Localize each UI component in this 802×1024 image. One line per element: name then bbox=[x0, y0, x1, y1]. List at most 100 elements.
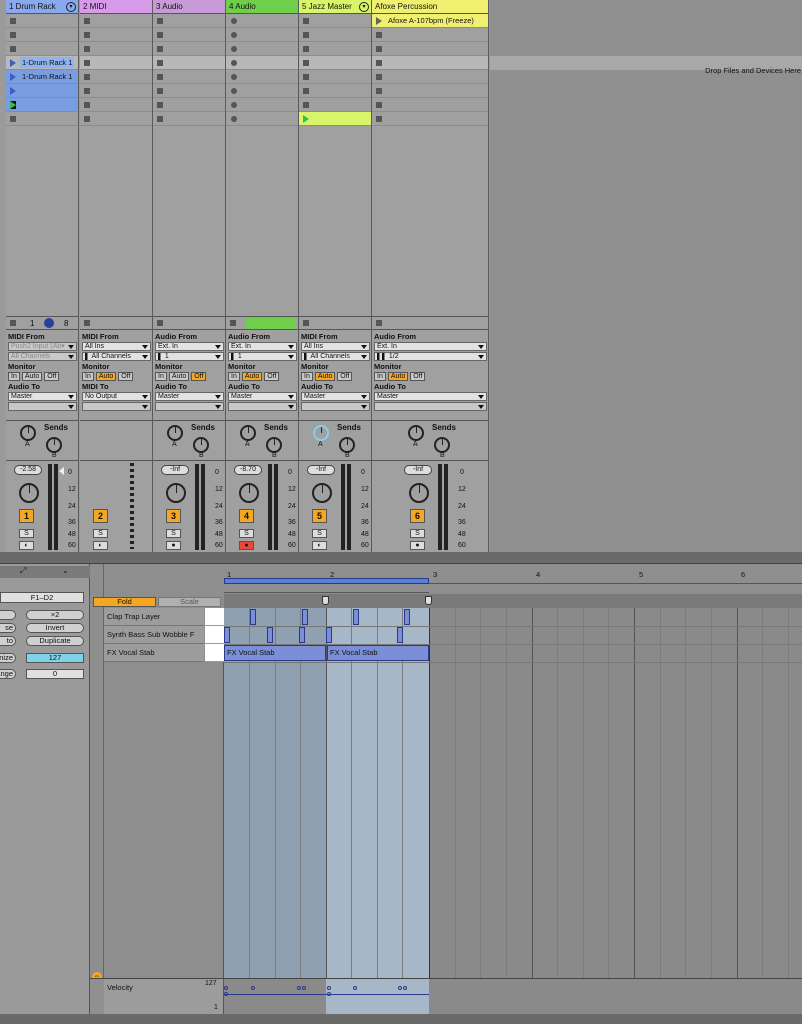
output-channel[interactable] bbox=[374, 402, 487, 411]
range-field[interactable]: F1–D2 bbox=[0, 592, 84, 603]
clip-slot[interactable] bbox=[80, 70, 152, 84]
stop-icon[interactable] bbox=[157, 101, 163, 108]
piano-key[interactable] bbox=[205, 644, 224, 662]
stop-icon[interactable] bbox=[157, 59, 163, 66]
stop-icon[interactable] bbox=[376, 87, 382, 94]
send-a-knob[interactable] bbox=[408, 425, 424, 441]
clip-slot[interactable] bbox=[372, 56, 488, 70]
clip-slot[interactable] bbox=[153, 28, 225, 42]
channel-select[interactable]: All Channels bbox=[8, 352, 77, 361]
midi-note[interactable] bbox=[404, 609, 410, 625]
clip-slot[interactable] bbox=[226, 84, 298, 98]
clip[interactable] bbox=[6, 98, 78, 112]
clip-slot[interactable] bbox=[372, 98, 488, 112]
play-icon[interactable] bbox=[10, 72, 16, 81]
clip-slot[interactable] bbox=[299, 84, 371, 98]
monitor-auto[interactable]: Auto bbox=[21, 372, 43, 381]
monitor-in[interactable]: In bbox=[82, 372, 94, 381]
halve-button[interactable] bbox=[0, 610, 16, 620]
humanize-amount[interactable]: 127 bbox=[26, 653, 84, 663]
stop-icon[interactable] bbox=[376, 73, 382, 80]
clip-slot[interactable] bbox=[372, 70, 488, 84]
humanize-button[interactable]: nize bbox=[0, 653, 16, 663]
track-header[interactable]: 5 Jazz Master ▾ bbox=[299, 0, 371, 14]
input-select[interactable]: Ext. In bbox=[374, 342, 487, 351]
velocity-range-field[interactable]: 0 bbox=[26, 669, 84, 679]
stop-icon[interactable] bbox=[376, 31, 382, 38]
clip-slot[interactable] bbox=[6, 42, 78, 56]
start-end-markers[interactable] bbox=[224, 585, 429, 593]
track-header[interactable]: 4 Audio bbox=[226, 0, 298, 14]
monitor-in[interactable]: In bbox=[301, 372, 313, 381]
send-b-knob[interactable] bbox=[339, 437, 355, 453]
legato-button[interactable]: to bbox=[0, 636, 16, 646]
stop-icon[interactable] bbox=[10, 115, 16, 122]
stop-icon[interactable] bbox=[84, 31, 90, 38]
output-select[interactable]: No Output bbox=[82, 392, 151, 401]
stop-icon[interactable] bbox=[84, 45, 90, 52]
volume-field[interactable]: -Inf bbox=[404, 465, 432, 475]
output-channel[interactable] bbox=[8, 402, 77, 411]
fold-button[interactable]: Fold bbox=[93, 597, 156, 607]
volume-field[interactable]: -2.58 bbox=[14, 465, 42, 475]
clip-slot[interactable] bbox=[226, 56, 298, 70]
output-channel[interactable] bbox=[301, 402, 370, 411]
track-header[interactable]: 2 MIDI bbox=[80, 0, 152, 14]
clip-slot[interactable] bbox=[299, 14, 371, 28]
monitor-auto[interactable]: Auto bbox=[387, 372, 409, 381]
clip[interactable]: 1-Drum Rack 1 bbox=[6, 56, 78, 70]
arm-button[interactable]: ● bbox=[239, 541, 254, 550]
monitor-in[interactable]: In bbox=[228, 372, 240, 381]
velocity-handle[interactable] bbox=[297, 986, 301, 990]
clip-slot[interactable] bbox=[226, 98, 298, 112]
track-header[interactable]: 3 Audio bbox=[153, 0, 225, 14]
volume-field[interactable]: -8.70 bbox=[234, 465, 262, 475]
midi-note[interactable] bbox=[224, 627, 230, 643]
clip-slot[interactable] bbox=[299, 42, 371, 56]
midi-note[interactable] bbox=[299, 627, 305, 643]
clip-slot[interactable] bbox=[372, 28, 488, 42]
clip-slot[interactable] bbox=[80, 98, 152, 112]
drum-row-label[interactable]: Synth Bass Sub Wobble F bbox=[104, 626, 204, 644]
midi-note[interactable] bbox=[397, 627, 403, 643]
clip[interactable] bbox=[6, 84, 78, 98]
stop-icon[interactable] bbox=[157, 31, 163, 38]
stop-icon[interactable] bbox=[157, 320, 163, 326]
solo-button[interactable]: S bbox=[19, 529, 34, 538]
clip-slot[interactable] bbox=[226, 70, 298, 84]
stop-icon[interactable] bbox=[10, 17, 16, 24]
clip-slot[interactable] bbox=[6, 112, 78, 126]
output-channel[interactable] bbox=[155, 402, 224, 411]
velocity-range-button[interactable]: ange bbox=[0, 669, 16, 679]
velocity-handle[interactable] bbox=[302, 986, 306, 990]
stop-icon[interactable] bbox=[84, 87, 90, 94]
track-activator[interactable]: 2 bbox=[93, 509, 108, 523]
monitor-off[interactable]: Off bbox=[410, 372, 426, 381]
monitor-off[interactable]: Off bbox=[191, 372, 207, 381]
track-activator[interactable]: 4 bbox=[239, 509, 254, 523]
channel-select[interactable]: ▌ 1 bbox=[155, 352, 224, 361]
velocity-editor[interactable] bbox=[224, 979, 802, 1015]
stop-icon[interactable] bbox=[157, 115, 163, 122]
output-select[interactable]: Master bbox=[374, 392, 487, 401]
loop-brace[interactable] bbox=[224, 578, 429, 584]
clip-slot[interactable] bbox=[153, 70, 225, 84]
clip-slot[interactable] bbox=[80, 112, 152, 126]
clip-slot[interactable] bbox=[372, 84, 488, 98]
solo-button[interactable]: S bbox=[93, 529, 108, 538]
stop-icon[interactable] bbox=[84, 59, 90, 66]
solo-button[interactable]: S bbox=[312, 529, 327, 538]
stop-icon[interactable] bbox=[303, 45, 309, 52]
input-select[interactable]: All Ins bbox=[301, 342, 370, 351]
clip-slot[interactable] bbox=[299, 98, 371, 112]
clip-slot[interactable] bbox=[299, 70, 371, 84]
monitor-in[interactable]: In bbox=[374, 372, 386, 381]
midi-note[interactable] bbox=[250, 609, 256, 625]
piano-key[interactable] bbox=[205, 608, 224, 626]
drum-row-label[interactable]: FX Vocal Stab bbox=[104, 644, 204, 662]
clip-slot[interactable] bbox=[226, 28, 298, 42]
midi-note-long[interactable]: FX Vocal Stab bbox=[224, 645, 326, 661]
stop-icon[interactable] bbox=[84, 115, 90, 122]
velocity-handle[interactable] bbox=[327, 992, 331, 996]
stop-icon[interactable] bbox=[157, 17, 163, 24]
